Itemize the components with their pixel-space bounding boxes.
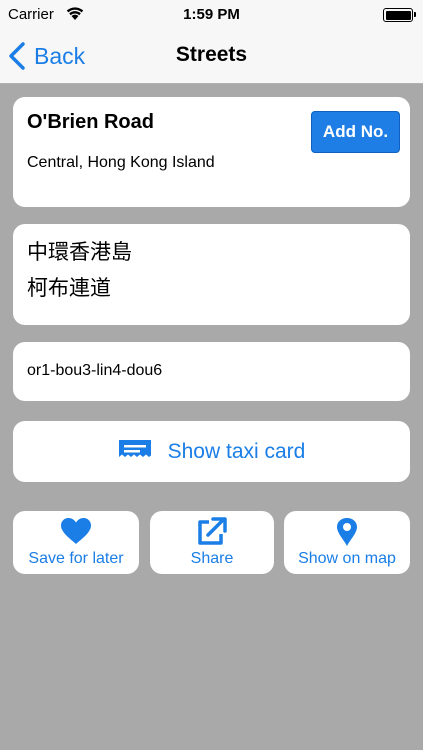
street-area: Central, Hong Kong Island (27, 154, 215, 171)
add-number-button[interactable]: Add No. (311, 111, 400, 153)
share-button[interactable]: Share (150, 511, 274, 574)
save-for-later-label: Save for later (28, 550, 124, 567)
navigation-bar: Back Streets (0, 30, 423, 84)
romanization-card: or1-bou3-lin4-dou6 (13, 342, 410, 401)
save-for-later-button[interactable]: Save for later (13, 511, 139, 574)
battery-icon (383, 8, 416, 22)
share-label: Share (190, 550, 234, 567)
show-taxi-card-button[interactable]: Show taxi card (13, 421, 410, 482)
street-name-card: O'Brien Road Central, Hong Kong Island A… (13, 97, 410, 207)
heart-icon (61, 518, 91, 544)
share-icon (198, 517, 227, 545)
show-on-map-label: Show on map (298, 550, 396, 567)
chinese-name-card: 中環香港島 柯布連道 (13, 224, 410, 325)
clock: 1:59 PM (183, 6, 240, 23)
page-title: Streets (175, 43, 248, 66)
taxi-card-icon (118, 439, 151, 464)
map-pin-icon (337, 518, 357, 546)
street-name: O'Brien Road (27, 111, 154, 133)
chinese-street-name: 柯布連道 (27, 276, 111, 300)
chinese-district: 中環香港島 (27, 240, 132, 264)
status-bar: Carrier 1:59 PM (0, 0, 423, 30)
show-on-map-button[interactable]: Show on map (284, 511, 410, 574)
romanization-text: or1-bou3-lin4-dou6 (27, 362, 163, 379)
show-taxi-card-label: Show taxi card (167, 439, 306, 463)
